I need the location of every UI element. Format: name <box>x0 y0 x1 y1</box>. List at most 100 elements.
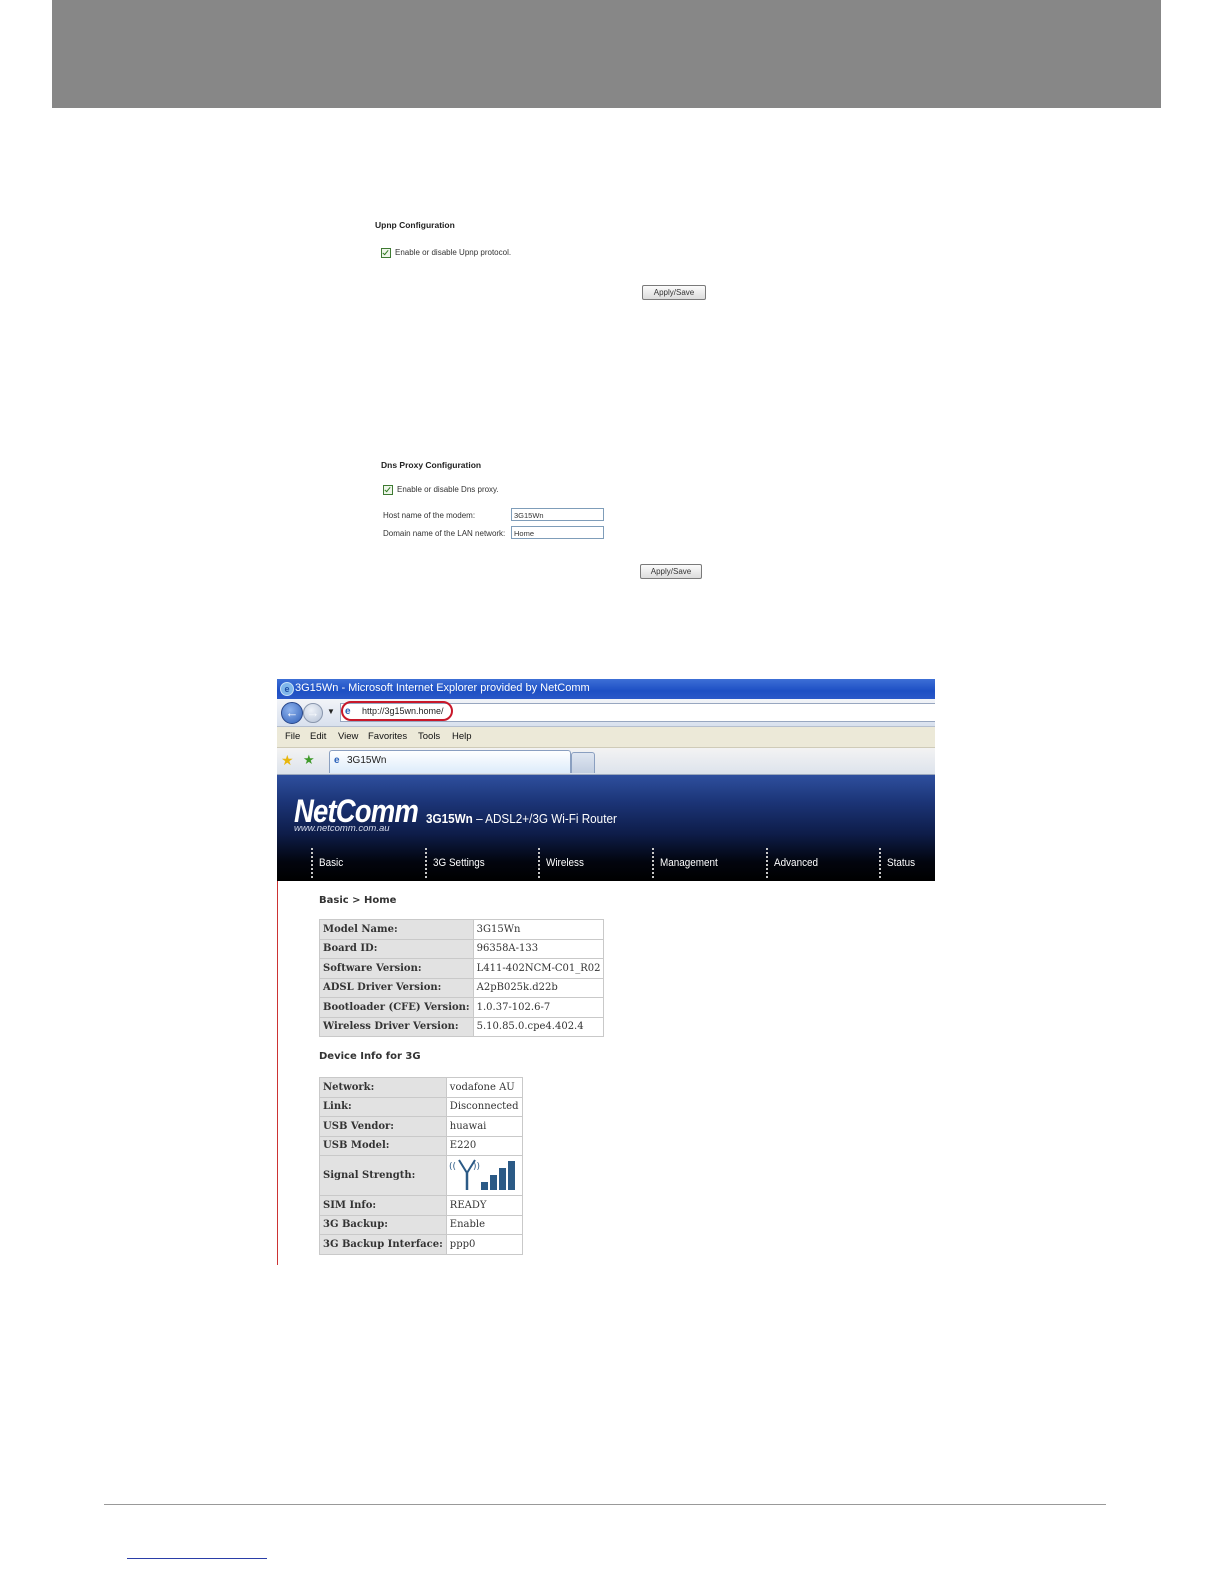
forward-button[interactable]: → <box>303 703 323 723</box>
svg-text:)): )) <box>473 1162 480 1172</box>
device-3g-heading: Device Info for 3G <box>319 1051 421 1062</box>
nav-status[interactable]: Status <box>879 848 935 880</box>
table-key: 3G Backup Interface: <box>319 1234 447 1255</box>
dns-proxy-checkbox[interactable] <box>383 485 393 495</box>
table-row: Board ID: 96358A-133 <box>319 938 605 959</box>
new-tab-button[interactable] <box>571 752 595 773</box>
domain-name-field[interactable]: Home <box>511 526 604 539</box>
tab-3g15wn[interactable]: e 3G15Wn <box>329 750 571 773</box>
table-key: Model Name: <box>319 919 474 940</box>
upnp-checkbox-label: Enable or disable Upnp protocol. <box>395 248 512 257</box>
table-row: Network: vodafone AU <box>319 1077 523 1098</box>
breadcrumb: Basic > Home <box>319 895 397 906</box>
table-row: Signal Strength: (( )) <box>319 1155 523 1196</box>
table-key: Bootloader (CFE) Version: <box>319 997 474 1018</box>
nav-label: 3G Settings <box>433 857 485 869</box>
nav-label: Management <box>660 857 718 869</box>
netcomm-url: www.netcomm.com.au <box>294 823 390 834</box>
table-value: Disconnected <box>445 1096 523 1117</box>
table-row: Bootloader (CFE) Version: 1.0.37-102.6-7 <box>319 997 605 1018</box>
table-row: Model Name: 3G15Wn <box>319 919 605 940</box>
table-row: Wireless Driver Version: 5.10.85.0.cpe4.4… <box>319 1016 605 1037</box>
menu-bar: File Edit View Favorites Tools Help <box>277 727 935 748</box>
back-button[interactable]: ← <box>281 702 303 724</box>
nav-label: Advanced <box>774 857 819 869</box>
dns-proxy-checkbox-label: Enable or disable Dns proxy. <box>397 485 499 494</box>
nav-advanced[interactable]: Advanced <box>766 848 879 880</box>
forward-arrow-icon: → <box>306 705 320 720</box>
signal-strength-cell: (( )) <box>445 1155 523 1196</box>
dns-apply-save-button[interactable]: Apply/Save <box>640 564 702 579</box>
signal-bar <box>480 1182 488 1190</box>
table-row: USB Model: E220 <box>319 1135 523 1156</box>
table-key: 3G Backup: <box>319 1214 447 1235</box>
device-info-table: Model Name: 3G15Wn Board ID: 96358A-133 So… <box>319 919 605 1037</box>
router-banner: NetComm www.netcomm.com.au 3G15Wn – ADSL… <box>277 775 935 881</box>
host-name-field[interactable]: 3G15Wn <box>511 508 604 521</box>
menu-view[interactable]: View <box>338 731 358 742</box>
table-key: Link: <box>319 1096 447 1117</box>
table-row: USB Vendor: huawai <box>319 1116 523 1137</box>
table-value: E220 <box>445 1135 523 1156</box>
nav-basic[interactable]: Basic <box>311 848 425 880</box>
product-description: – ADSL2+/3G Wi-Fi Router <box>472 811 617 826</box>
table-value: A2pB025k.d22b <box>472 977 605 998</box>
nav-separator <box>311 848 313 878</box>
menu-help[interactable]: Help <box>452 731 472 742</box>
domain-name-label: Domain name of the LAN network: <box>383 529 506 538</box>
product-model: 3G15Wn <box>426 811 473 826</box>
table-row: 3G Backup: Enable <box>319 1214 523 1235</box>
menu-edit[interactable]: Edit <box>310 731 326 742</box>
ie-icon: e <box>280 682 294 696</box>
address-toolbar: ← → ▼ e http://3g15wn.home/ <box>277 699 935 727</box>
tab-label: 3G15Wn <box>347 755 387 766</box>
footer-link-underline[interactable] <box>127 1558 267 1559</box>
table-row: SIM Info: READY <box>319 1195 523 1216</box>
device-3g-table: Network: vodafone AU Link: Disconnected US… <box>319 1077 523 1255</box>
tab-bar: ★ ★ e 3G15Wn <box>277 748 935 775</box>
nav-separator <box>652 848 654 878</box>
header-band <box>52 0 1161 108</box>
nav-wireless[interactable]: Wireless <box>538 848 652 880</box>
address-highlight-circle <box>341 701 453 721</box>
table-value: vodafone AU <box>445 1077 523 1098</box>
nav-label: Basic <box>319 857 344 869</box>
table-value: 96358A-133 <box>472 938 605 959</box>
table-key: USB Vendor: <box>319 1116 447 1137</box>
menu-favorites[interactable]: Favorites <box>368 731 407 742</box>
router-content: Basic > Home Model Name: 3G15Wn Board ID:… <box>277 881 935 1265</box>
nav-separator <box>879 848 881 878</box>
menu-tools[interactable]: Tools <box>418 731 440 742</box>
table-row: 3G Backup Interface: ppp0 <box>319 1234 523 1255</box>
table-value: READY <box>445 1195 523 1216</box>
table-key: SIM Info: <box>319 1195 447 1216</box>
browser-title-bar: e 3G15Wn - Microsoft Internet Explorer p… <box>277 679 935 699</box>
table-key: Software Version: <box>319 958 474 979</box>
table-value: L411-402NCM-C01_R02 <box>472 958 605 979</box>
table-key: Network: <box>319 1077 447 1098</box>
table-value: 1.0.37-102.6-7 <box>472 997 605 1018</box>
back-arrow-icon: ← <box>285 705 299 720</box>
upnp-checkbox[interactable] <box>381 248 391 258</box>
history-dropdown-icon[interactable]: ▼ <box>327 707 335 716</box>
add-favorite-icon[interactable]: ★ <box>303 753 315 767</box>
signal-bar <box>498 1168 506 1190</box>
menu-file[interactable]: File <box>285 731 300 742</box>
product-name: 3G15Wn – ADSL2+/3G Wi-Fi Router <box>426 811 617 826</box>
tab-page-icon: e <box>334 755 340 766</box>
table-row: Software Version: L411-402NCM-C01_R02 <box>319 958 605 979</box>
favorites-star-icon[interactable]: ★ <box>281 753 294 767</box>
table-key: Wireless Driver Version: <box>319 1016 474 1037</box>
signal-bar <box>489 1175 497 1190</box>
svg-text:((: (( <box>449 1162 456 1172</box>
nav-separator <box>766 848 768 878</box>
table-value: ppp0 <box>445 1234 523 1255</box>
nav-3g-settings[interactable]: 3G Settings <box>425 848 538 880</box>
nav-management[interactable]: Management <box>652 848 766 880</box>
signal-strength-icon: (( )) <box>449 1159 515 1190</box>
table-value: Enable <box>445 1214 523 1235</box>
upnp-apply-save-button[interactable]: Apply/Save <box>642 285 706 300</box>
host-name-label: Host name of the modem: <box>383 511 476 520</box>
signal-bar <box>507 1161 515 1190</box>
table-value: huawai <box>445 1116 523 1137</box>
